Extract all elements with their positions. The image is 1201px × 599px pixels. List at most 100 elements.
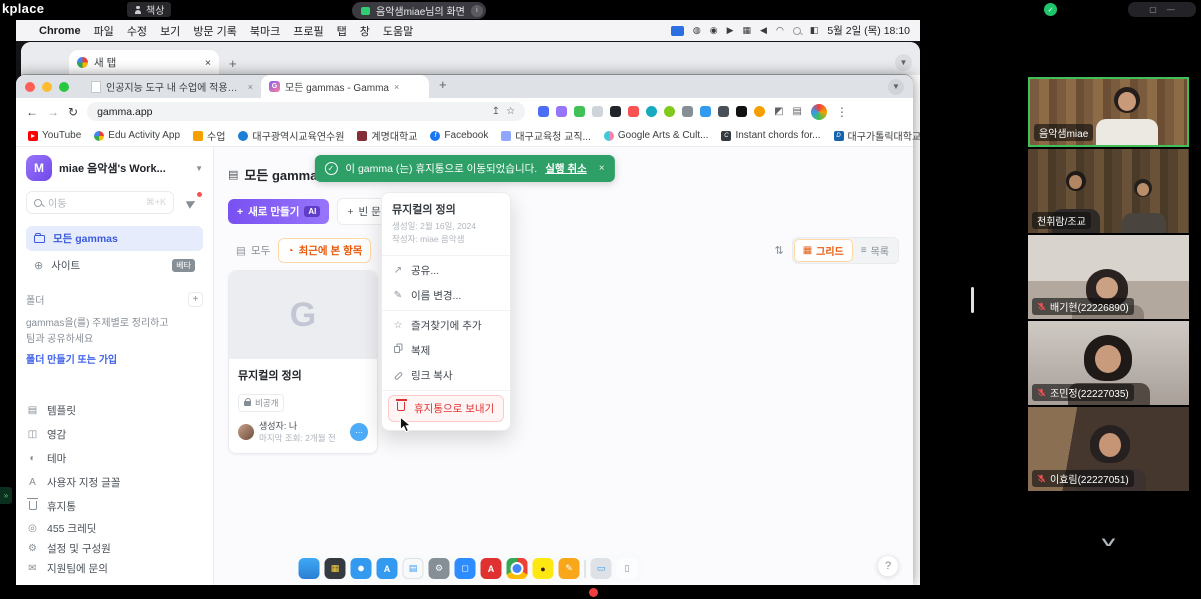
gamma-card[interactable]: G 뮤지컬의 정의 비공개 생성자: 나 마지막 조회: 2개월 전 ⋯ [228,270,378,454]
keyboard-icon[interactable]: ▦ [743,25,752,36]
sort-icon[interactable]: ⇅ [774,244,783,257]
close-tab-icon[interactable]: × [248,82,253,92]
extension-icon[interactable] [718,106,729,117]
settings-members-button[interactable]: ⚙설정 및 구성원 [26,539,203,559]
sidebar-item-trash[interactable]: 휴지통 [26,495,203,519]
extension-icon[interactable] [754,106,765,117]
dock-acrobat-icon[interactable]: A [481,558,502,579]
overlay-window-controls[interactable]: ▢ — [1128,2,1196,17]
menu-help[interactable]: 도움말 [383,23,413,39]
collaborator-avatar[interactable]: ⋯ [350,423,368,441]
play-status-icon[interactable]: ▶ [727,25,734,36]
extension-icon[interactable] [664,106,675,117]
bookmark-facebook[interactable]: Facebook [430,130,488,141]
menu-item-share[interactable]: ↗공유... [382,258,510,283]
screen-recording-icon[interactable] [671,26,684,36]
extension-icon[interactable] [646,106,657,117]
close-tab-icon[interactable]: × [205,57,211,69]
contact-support-button[interactable]: ✉지원팀에 문의 [26,559,203,579]
help-button[interactable]: ? [877,555,899,577]
dock-trash-icon[interactable]: ▯ [617,558,638,579]
sidebar-item-all-gammas[interactable]: 모든 gammas [26,226,203,251]
spotlight-icon[interactable] [793,27,801,35]
zoom-window-button[interactable] [59,82,69,92]
screen-share-banner[interactable]: 음악샘miae님의 화면 i [352,2,486,19]
share-icon[interactable]: ↥ [492,106,500,117]
dock-finder-icon[interactable] [299,558,320,579]
bookmark-star-icon[interactable]: ☆ [506,106,515,117]
extension-icon[interactable] [682,106,693,117]
bookmark-keimyung[interactable]: 계명대학교 [357,128,417,143]
new-tab[interactable]: 새 탭 × [69,50,219,75]
close-icon[interactable]: × [599,163,605,174]
menu-item-copy-link[interactable]: 링크 복사 [382,363,510,388]
menu-profiles[interactable]: 프로필 [293,23,323,39]
menu-file[interactable]: 파일 [94,23,114,39]
extension-icon[interactable] [628,106,639,117]
filter-tab-recent[interactable]: ◔최근에 본 항목 [278,238,371,263]
sidepanel-icon[interactable]: ▤ [793,106,802,117]
volume-icon[interactable]: ◀ [760,25,767,36]
extension-icon[interactable] [556,106,567,117]
undo-link[interactable]: 실행 취소 [545,161,587,176]
dock-notes-icon[interactable]: ✎ [559,558,580,579]
bookmark-edu-activity[interactable]: Edu Activity App [94,130,180,141]
dock-chrome-icon[interactable] [507,558,528,579]
create-new-ai-button[interactable]: + 새로 만들기 AI [228,199,329,224]
tab-gamma[interactable]: G 모든 gammas - Gamma × [261,75,429,98]
menu-edit[interactable]: 수정 [127,23,147,39]
menu-window[interactable]: 창 [360,23,370,39]
wifi-icon[interactable]: ◠ [776,25,784,36]
expand-panel-toggle[interactable]: » [0,487,12,504]
control-center-icon[interactable]: ◧ [810,25,819,36]
forward-icon[interactable]: → [47,105,59,119]
bookmark-instant-chords[interactable]: Instant chords for... [721,130,820,141]
menu-item-duplicate[interactable]: 복제 [382,338,510,363]
chat-status-icon[interactable]: ◍ [693,25,701,36]
add-folder-button[interactable]: + [188,292,203,307]
sidebar-item-themes[interactable]: ◐테마 [26,447,203,471]
close-tab-icon[interactable]: × [394,82,399,92]
dock-settings-icon[interactable]: ⚙ [429,558,450,579]
participant-video[interactable]: 이효림(22227051) [1028,407,1189,491]
minimize-icon[interactable]: — [1167,5,1175,14]
collapse-participants-chevron[interactable]: ∨ [931,534,1201,550]
extension-icon[interactable] [538,106,549,117]
app-menu[interactable]: Chrome [39,25,81,37]
extensions-puzzle-icon[interactable]: ◩ [774,106,783,117]
reload-icon[interactable]: ↻ [68,105,78,119]
connection-status-icon[interactable]: ✓ [1044,3,1057,16]
list-view-button[interactable]: ≡목록 [853,239,897,262]
minimize-window-button[interactable] [42,82,52,92]
back-icon[interactable]: ← [26,105,38,119]
participant-video[interactable]: 조민정(22227035) [1028,321,1189,405]
dock-books-icon[interactable]: ▤ [403,558,424,579]
extension-icon[interactable] [574,106,585,117]
grid-view-button[interactable]: ▦그리드 [794,239,853,262]
extension-icon[interactable] [700,106,711,117]
sidebar-item-custom-fonts[interactable]: A사용자 지정 글꼴 [26,471,203,495]
browser-menu-icon[interactable]: ⋮ [836,105,849,119]
sidebar-item-inspiration[interactable]: ◫영감 [26,423,203,447]
filter-tab-all[interactable]: ▤모두 [228,239,278,262]
dock-app-store-icon[interactable]: A [377,558,398,579]
feedback-button[interactable]: ▶ [180,191,203,214]
room-pill[interactable]: 책상 [127,2,171,17]
add-tab-button[interactable]: + [229,56,237,71]
create-folder-link[interactable]: 폴더 만들기 또는 가입 [26,353,203,369]
participant-video[interactable]: 배기현(22226890) [1028,235,1189,319]
menu-view[interactable]: 보기 [160,23,180,39]
sidebar-item-sites[interactable]: ⊕ 사이트 베타 [26,253,203,278]
bookmark-daegu-office[interactable]: 대구교육청 교직... [501,128,591,143]
profile-avatar[interactable] [811,104,827,120]
bookmark-daegu-edu[interactable]: 대구광역시교육연수원 [238,128,344,143]
info-icon[interactable]: i [471,5,483,17]
add-tab-button[interactable]: + [439,77,447,92]
bookmark-youtube[interactable]: YouTube [28,130,81,141]
dock-display-icon[interactable]: ▭ [591,558,612,579]
panel-resize-handle[interactable] [971,287,974,313]
menu-tab[interactable]: 탭 [337,23,347,39]
tab-ai-tools[interactable]: 인공지능 도구 내 수업에 적용하기 × [83,75,261,98]
dock-launchpad-icon[interactable]: ▦ [325,558,346,579]
extension-icon[interactable] [736,106,747,117]
